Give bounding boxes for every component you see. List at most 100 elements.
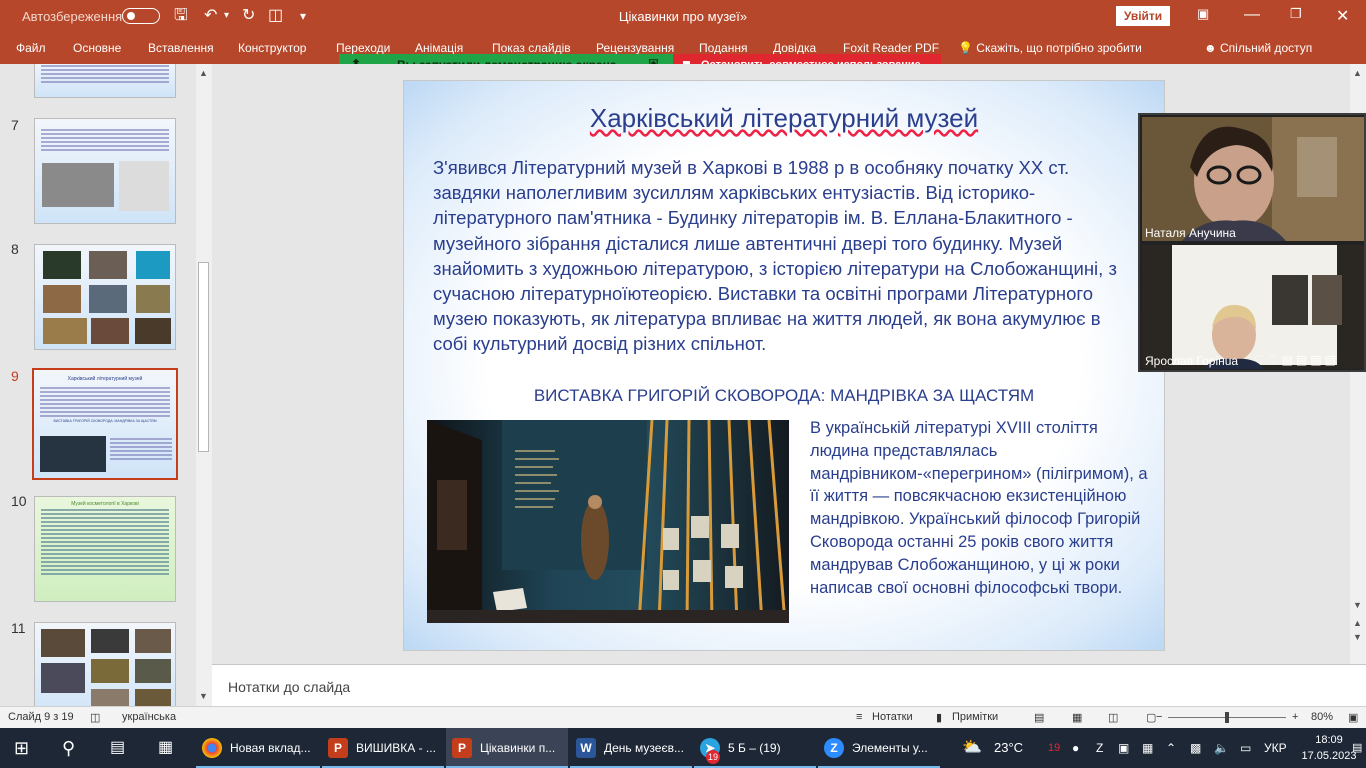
participant-video-1 xyxy=(1142,117,1364,241)
signin-button[interactable]: Увійти xyxy=(1116,6,1170,26)
tab-design[interactable]: Конструктор xyxy=(238,41,306,55)
slide-title[interactable]: Харківський літературний музей xyxy=(404,103,1164,134)
status-bar: Слайд 9 з 19 ◫ українська ≡ Нотатки ▮ Пр… xyxy=(0,706,1366,728)
taskbar-item-zoom[interactable]: Z Элементы у... xyxy=(818,728,940,768)
slide-number-10: 10 xyxy=(11,493,27,509)
tab-insert[interactable]: Вставлення xyxy=(148,41,214,55)
tab-view[interactable]: Подання xyxy=(699,41,747,55)
taskbar-label: День музеєв... xyxy=(604,741,684,755)
slide-thumbnail-10[interactable]: Музей косметології в Харкові xyxy=(34,496,176,602)
taskbar-item-telegram[interactable]: ➤ 19 5 Б – (19) xyxy=(694,728,816,768)
tray-app-badge[interactable]: 19 xyxy=(1048,728,1060,768)
weather-temp[interactable]: 23°C xyxy=(994,728,1023,768)
comments-button[interactable]: Примітки xyxy=(952,711,998,723)
notifications-icon[interactable]: ▤ xyxy=(1352,728,1362,768)
notes-pane[interactable]: Нотатки до слайда xyxy=(212,664,1366,706)
scroll-thumb[interactable] xyxy=(198,262,209,452)
language-indicator[interactable]: українська xyxy=(122,711,176,723)
word-icon: W xyxy=(576,738,596,758)
volume-icon[interactable]: 🔈 xyxy=(1214,728,1229,768)
slideshow-view-icon[interactable]: ▢ xyxy=(1146,711,1156,724)
taskbar-item-word[interactable]: W День музеєв... xyxy=(570,728,692,768)
tab-transitions[interactable]: Переходи xyxy=(336,41,390,55)
tab-file[interactable]: Файл xyxy=(16,41,46,55)
zoom-out-icon[interactable]: − xyxy=(1156,711,1162,723)
zoom-slider-knob[interactable] xyxy=(1225,712,1229,723)
tray-zoom-icon[interactable]: Z xyxy=(1096,728,1103,768)
lightbulb-icon: 💡 xyxy=(958,41,973,55)
comments-icon[interactable]: ▮ xyxy=(936,711,942,724)
taskbar-label: ВИШИВКА - ... xyxy=(356,741,436,755)
input-language[interactable]: УКР xyxy=(1264,728,1287,768)
tray-expand-icon[interactable]: ⌃ xyxy=(1166,728,1176,768)
fit-slide-icon[interactable]: ▣ xyxy=(1348,711,1358,724)
slide-thumbnail-9[interactable]: Харківський літературний музей ВИСТАВКА … xyxy=(32,368,178,480)
tab-home[interactable]: Основне xyxy=(73,41,121,55)
taskbar-item-chrome[interactable]: Новая вклад... xyxy=(196,728,320,768)
slide-thumbnail-8[interactable] xyxy=(34,244,176,350)
previous-slide-icon[interactable]: ▲ xyxy=(1353,618,1362,628)
slide-body-text[interactable]: З'явився Літературний музей в Харкові в … xyxy=(433,155,1133,357)
zoom-level[interactable]: 80% xyxy=(1311,711,1333,723)
tray-icon-1[interactable]: ● xyxy=(1072,728,1079,768)
slide-number-8: 8 xyxy=(11,241,19,257)
scroll-down-icon[interactable]: ▼ xyxy=(1353,600,1362,610)
network-icon[interactable]: ▩ xyxy=(1190,728,1201,768)
scroll-up-icon[interactable]: ▲ xyxy=(1353,68,1362,78)
taskbar-label: Элементы у... xyxy=(852,741,928,755)
tell-me-label: Скажіть, що потрібно зробити xyxy=(976,41,1142,55)
notes-toggle-button[interactable]: Нотатки xyxy=(872,711,913,723)
tell-me-search[interactable]: 💡 Скажіть, що потрібно зробити xyxy=(958,41,1142,55)
exhibition-photo[interactable] xyxy=(427,420,789,623)
taskbar-item-powerpoint-2[interactable]: P Цікавинки п... xyxy=(446,728,568,768)
tab-slideshow[interactable]: Показ слайдів xyxy=(492,41,571,55)
slide-number-9: 9 xyxy=(11,368,19,384)
ribbon-display-icon[interactable]: ▣ xyxy=(1197,6,1209,22)
tray-icon-2[interactable]: ▣ xyxy=(1118,728,1129,768)
slide-number-11: 11 xyxy=(11,620,26,636)
thumbnail-scrollbar[interactable]: ▲ ▼ xyxy=(196,64,212,706)
accessibility-icon[interactable]: ◫ xyxy=(90,711,100,724)
tray-icon-3[interactable]: ▦ xyxy=(1142,728,1153,768)
next-slide-icon[interactable]: ▼ xyxy=(1353,632,1362,642)
task-view-icon[interactable]: ▤ xyxy=(110,728,125,768)
tab-animations[interactable]: Анімація xyxy=(415,41,463,55)
battery-icon[interactable]: ▭ xyxy=(1240,728,1251,768)
slide-counter: Слайд 9 з 19 xyxy=(8,711,74,723)
tab-help[interactable]: Довідка xyxy=(773,41,816,55)
scroll-down-icon[interactable]: ▼ xyxy=(199,691,208,701)
slide-thumbnail-7[interactable] xyxy=(34,118,176,224)
video-tile-1 xyxy=(1142,117,1364,241)
search-icon[interactable]: ⚲ xyxy=(62,728,75,768)
close-icon[interactable]: ✕ xyxy=(1336,6,1349,26)
share-icon: ☻ xyxy=(1204,41,1217,55)
minimize-icon[interactable]: — xyxy=(1244,6,1260,24)
slide-side-text[interactable]: В українській літературі XVIII століття … xyxy=(810,417,1150,599)
share-button[interactable]: ☻ Спільний доступ xyxy=(1204,41,1312,55)
slide-thumbnail-pane: 7 8 9 Харківський літературний музей ВИС… xyxy=(0,64,212,706)
scroll-up-icon[interactable]: ▲ xyxy=(199,68,208,78)
zoom-in-icon[interactable]: + xyxy=(1292,711,1298,723)
taskbar-item-powerpoint-1[interactable]: P ВИШИВКА - ... xyxy=(322,728,444,768)
taskbar-label: Новая вклад... xyxy=(230,741,311,755)
current-slide[interactable]: Харківський літературний музей З'явився … xyxy=(403,80,1165,651)
video-controls[interactable]: ♡♡▤▤▤▤ xyxy=(1254,353,1339,367)
restore-icon[interactable]: ❐ xyxy=(1290,6,1302,22)
tab-review[interactable]: Рецензування xyxy=(596,41,674,55)
video-tile-2 xyxy=(1142,245,1364,369)
slide-subtitle[interactable]: ВИСТАВКА ГРИГОРІЙ СКОВОРОДА: МАНДРІВКА З… xyxy=(404,386,1164,406)
slide-thumbnail-6[interactable] xyxy=(34,64,176,98)
calculator-icon[interactable]: ▦ xyxy=(158,728,173,768)
slide-sorter-icon[interactable]: ▦ xyxy=(1072,711,1082,724)
participant-name-1: Наталя Анучина xyxy=(1145,226,1236,240)
slide-thumbnail-11[interactable] xyxy=(34,622,176,706)
normal-view-icon[interactable]: ▤ xyxy=(1034,711,1044,724)
reading-view-icon[interactable]: ◫ xyxy=(1108,711,1118,724)
tab-foxit[interactable]: Foxit Reader PDF xyxy=(843,41,939,55)
notes-toggle-icon[interactable]: ≡ xyxy=(856,711,862,723)
windows-start-icon[interactable]: ⊞ xyxy=(14,728,29,768)
weather-icon[interactable]: ⛅ xyxy=(962,728,982,768)
notes-placeholder[interactable]: Нотатки до слайда xyxy=(228,679,350,695)
video-call-panel: Наталя Анучина Ярослав Горінuа ♡♡▤▤▤▤ xyxy=(1138,113,1366,372)
powerpoint-icon: P xyxy=(452,738,472,758)
